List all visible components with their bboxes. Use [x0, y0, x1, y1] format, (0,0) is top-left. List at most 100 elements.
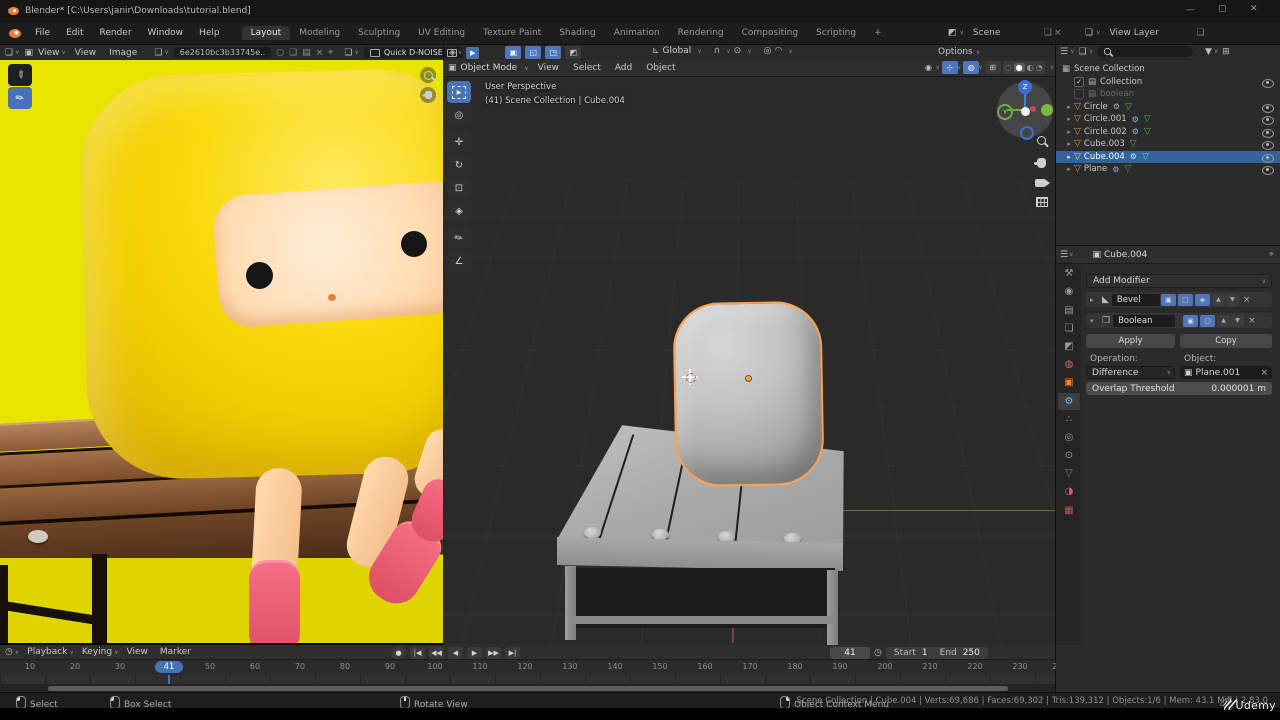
delete-modifier-icon[interactable]: × [1248, 316, 1256, 326]
menu-help[interactable]: Help [191, 28, 228, 38]
tab-view-layer[interactable]: ❏ [1058, 320, 1080, 337]
tab-object[interactable]: ▣ [1058, 374, 1080, 391]
maximize-button[interactable]: ▢ [1218, 4, 1227, 14]
viewport-menu-add[interactable]: Add [610, 63, 637, 73]
move-up-button[interactable]: ▲ [1217, 314, 1231, 327]
viewport-ortho-button[interactable] [1033, 193, 1050, 210]
scene-selector[interactable]: Scene [966, 26, 1041, 39]
show-gizmo-icon[interactable]: ◉ [920, 61, 936, 74]
timeline-scrub-area[interactable] [0, 675, 1055, 684]
scene-cube-selected[interactable] [672, 300, 825, 488]
image-pan-button[interactable] [420, 87, 436, 103]
tab-physics[interactable]: ◎ [1058, 429, 1080, 446]
eye-icon[interactable] [1262, 116, 1274, 125]
object-field[interactable]: ▣ Plane.001 × [1180, 366, 1272, 379]
outliner-display-mode-icon[interactable]: ☰ [1060, 47, 1068, 57]
collection-checkbox-unchecked[interactable] [1074, 89, 1084, 100]
outliner-row-circle[interactable]: ▸ ▽ Circle ⚙ ▽ [1056, 101, 1280, 114]
image-menu-image[interactable]: Image [105, 48, 141, 58]
tab-animation[interactable]: Animation [605, 26, 669, 40]
overlap-threshold-slider[interactable]: Overlap Threshold 0.000001 m [1086, 382, 1272, 395]
tab-layout[interactable]: Layout [241, 26, 291, 40]
bevel-realtime-toggle[interactable]: ▢ [1177, 293, 1193, 306]
tab-modifiers[interactable]: ⚙ [1058, 392, 1080, 410]
image-name-field[interactable]: 6e2610bc3b33745e.. [173, 47, 272, 58]
tab-material[interactable]: ◑ [1058, 483, 1080, 500]
tab-uv-editing[interactable]: UV Editing [409, 26, 474, 40]
gizmo-z-axis[interactable]: Z [1018, 80, 1032, 94]
outliner-row-circle-001[interactable]: ▸ ▽ Circle.001 ⚙ ▽ [1056, 113, 1280, 126]
outliner-row-collection[interactable]: ✓ ▤ Collection [1056, 76, 1280, 89]
blender-menu-icon[interactable] [9, 28, 21, 38]
close-button[interactable]: ✕ [1250, 4, 1258, 14]
move-down-button[interactable]: ▼ [1225, 293, 1239, 306]
orientation-value[interactable]: Global [663, 46, 692, 56]
show-overlays-icon[interactable]: ⊹ [941, 61, 958, 74]
cursor-tool[interactable]: ◎ [447, 104, 471, 126]
menu-file[interactable]: File [27, 28, 58, 38]
new-collection-icon[interactable]: ⊞ [1222, 47, 1230, 57]
measure-tool[interactable]: ∠ [447, 250, 471, 272]
snap-magnet-icon[interactable]: ∩ [714, 46, 721, 56]
viewport-zoom-button[interactable] [1033, 132, 1050, 149]
tab-tool[interactable]: ⚒ [1058, 265, 1080, 282]
tab-compositing[interactable]: Compositing [733, 26, 807, 40]
image-close-icon[interactable]: × [316, 48, 324, 58]
tab-output[interactable]: ▤ [1058, 302, 1080, 319]
gizmo-x-axis[interactable] [1041, 104, 1053, 116]
menu-render[interactable]: Render [92, 28, 140, 38]
modifier-bevel-header[interactable]: ▸ ◣ Bevel ▣ ▢ ◈ ▲ ▼ × [1086, 292, 1272, 307]
start-value[interactable]: 1 [922, 648, 928, 658]
image-open-folder-icon[interactable]: ▤ [302, 48, 311, 58]
shading-wireframe-icon[interactable]: ◌ [1005, 63, 1012, 72]
jump-to-end-button[interactable]: ▶| [505, 646, 520, 659]
proportional-falloff-icon[interactable]: ◠ [774, 46, 782, 56]
active-tool-icon[interactable]: ◈ [449, 48, 456, 58]
mesh-data-icon[interactable]: ▽ [1125, 102, 1132, 112]
outliner-row-circle-002[interactable]: ▸ ▽ Circle.002 ⚙ ▽ [1056, 126, 1280, 139]
select-mode-extend-icon[interactable]: ◱ [525, 46, 542, 59]
tab-constraints[interactable]: ⊙ [1058, 447, 1080, 464]
image-mode-icon[interactable]: ▣ [24, 48, 33, 58]
xray-box-icon[interactable]: ⊞ [984, 61, 1001, 74]
boolean-realtime-toggle[interactable]: ▢ [1200, 314, 1216, 327]
playhead-chip[interactable]: 41 [155, 661, 183, 673]
image-zoom-button[interactable] [420, 67, 436, 83]
pin-icon[interactable]: ⌖ [1269, 250, 1274, 260]
timeline-menu-marker[interactable]: Marker [156, 647, 195, 657]
modifier-wrench-icon[interactable]: ⚙ [1132, 127, 1139, 136]
options-button[interactable]: Options [938, 47, 973, 57]
timeline-scrollbar-thumb[interactable] [48, 685, 1008, 691]
minimize-button[interactable]: — [1186, 5, 1195, 15]
modifier-wrench-icon[interactable]: ⚙ [1112, 165, 1119, 174]
tab-shading[interactable]: Shading [550, 26, 605, 40]
timeline-ruler[interactable]: 10 20 30 50 60 70 80 90 100 110 120 130 … [0, 660, 1068, 676]
timeline-menu-view[interactable]: View [122, 647, 151, 657]
image-unlink-icon[interactable]: ○ [276, 48, 284, 58]
viewport-camera-button[interactable] [1032, 174, 1050, 191]
tab-rendering[interactable]: Rendering [669, 26, 733, 40]
outliner-row-plane[interactable]: ▸ ▽ Plane ⚙ ▽ [1056, 163, 1280, 176]
expand-icon[interactable]: ▸ [1064, 165, 1074, 173]
modifier-boolean-header[interactable]: ▾ ❒ Boolean ▣ ▢ ▲ ▼ × [1086, 313, 1272, 328]
editor-type-image-icon[interactable]: ❏ [5, 48, 13, 58]
collection-checkbox-checked[interactable]: ✓ [1074, 76, 1084, 87]
menu-edit[interactable]: Edit [58, 28, 91, 38]
proportional-editing-icon[interactable]: ◎ [764, 46, 772, 56]
copy-button[interactable]: Copy [1180, 334, 1272, 348]
next-keyframe-button[interactable]: ▶▶ [486, 646, 501, 659]
bevel-render-toggle[interactable]: ▣ [1160, 293, 1176, 306]
tab-modeling[interactable]: Modeling [290, 26, 349, 40]
viewport-menu-object[interactable]: Object [641, 63, 680, 73]
outliner-filter-image-icon[interactable]: ❏ [1078, 47, 1086, 57]
collapse-icon[interactable]: ▾ [1090, 317, 1099, 325]
snap-target-icon[interactable]: ⊙ [734, 46, 742, 56]
mesh-data-icon[interactable]: ▽ [1144, 127, 1151, 137]
gizmo-y-axis[interactable]: Y [997, 104, 1013, 120]
select-mode-invert-icon[interactable]: ◩ [565, 46, 582, 59]
tab-sculpting[interactable]: Sculpting [349, 26, 409, 40]
rotate-tool[interactable]: ↻ [447, 154, 471, 176]
mesh-data-icon[interactable]: ▽ [1144, 114, 1151, 124]
select-tool-indicator-icon[interactable]: ▶ [466, 46, 480, 59]
select-box-tool[interactable]: ▶ [447, 81, 471, 103]
